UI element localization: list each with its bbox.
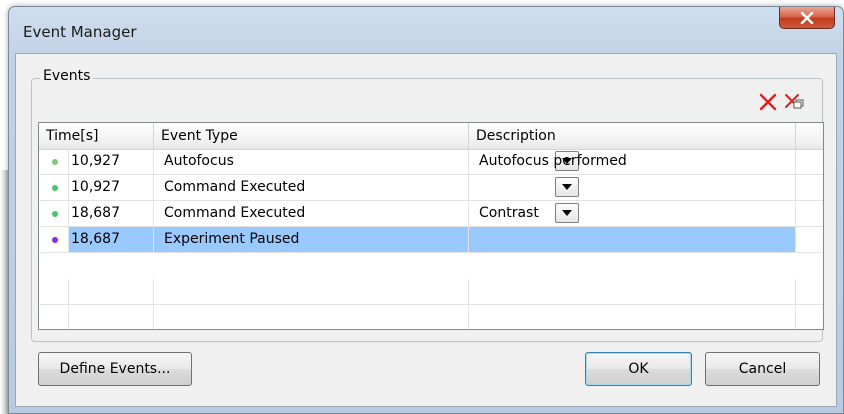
title-bar[interactable]: Event Manager [9, 7, 843, 53]
cell-filler [796, 175, 823, 200]
close-icon [800, 11, 814, 24]
cell-filler [796, 149, 823, 174]
status-dot-icon [52, 185, 58, 191]
cell-time[interactable]: 18,687 [69, 201, 154, 226]
row-indicator [39, 149, 69, 174]
table-row[interactable]: 18,687 Experiment Paused [39, 227, 823, 253]
cell-event-type[interactable]: Autofocus [154, 149, 579, 174]
column-header-time[interactable]: Time[s] [39, 123, 154, 149]
table-row[interactable]: 10,927 Command Executed [39, 175, 823, 201]
cell-description[interactable] [469, 227, 796, 252]
empty-row [39, 305, 823, 329]
cell-event-type[interactable]: Command Executed [154, 201, 579, 226]
cell-event-type[interactable]: Command Executed [154, 175, 579, 200]
row-indicator [39, 175, 69, 200]
event-type-value: Command Executed [164, 205, 306, 221]
table-row[interactable]: 18,687 Command Executed Contrast [39, 201, 823, 227]
delete-all-icon[interactable] [784, 92, 806, 116]
cell-description[interactable]: Contrast [469, 201, 796, 226]
column-header-event-type[interactable]: Event Type [154, 123, 469, 149]
cell-filler [796, 201, 823, 226]
window-title: Event Manager [23, 23, 137, 41]
cell-time[interactable]: 18,687 [69, 227, 154, 252]
event-type-value: Command Executed [164, 179, 306, 195]
status-dot-icon [52, 211, 58, 217]
column-header-filler [796, 123, 823, 149]
ok-button[interactable]: OK [585, 352, 692, 386]
cell-filler [796, 227, 823, 252]
event-type-value: Autofocus [164, 153, 234, 169]
cancel-button[interactable]: Cancel [705, 352, 820, 386]
status-dot-icon [52, 159, 58, 165]
define-events-button[interactable]: Define Events... [38, 352, 192, 386]
close-button[interactable] [779, 7, 835, 29]
events-group-label: Events [40, 68, 94, 84]
row-indicator [39, 201, 69, 226]
cell-time[interactable]: 10,927 [69, 149, 154, 174]
background-edge [0, 170, 8, 414]
cell-time[interactable]: 10,927 [69, 175, 154, 200]
cell-event-type[interactable]: Experiment Paused [154, 227, 579, 252]
table-row[interactable]: 10,927 Autofocus Autofocus performed [39, 149, 823, 175]
column-header-description[interactable]: Description [469, 123, 796, 149]
event-type-value: Experiment Paused [164, 231, 300, 247]
status-dot-icon [52, 237, 58, 243]
grid-header: Time[s] Event Type Description [39, 123, 823, 150]
cell-description[interactable] [469, 175, 796, 200]
events-grid: Time[s] Event Type Description 10,927 Aut… [38, 122, 824, 330]
cell-description[interactable]: Autofocus performed [469, 149, 796, 174]
row-indicator [39, 227, 69, 252]
empty-row [39, 279, 823, 305]
delete-x-icon[interactable] [758, 92, 778, 116]
